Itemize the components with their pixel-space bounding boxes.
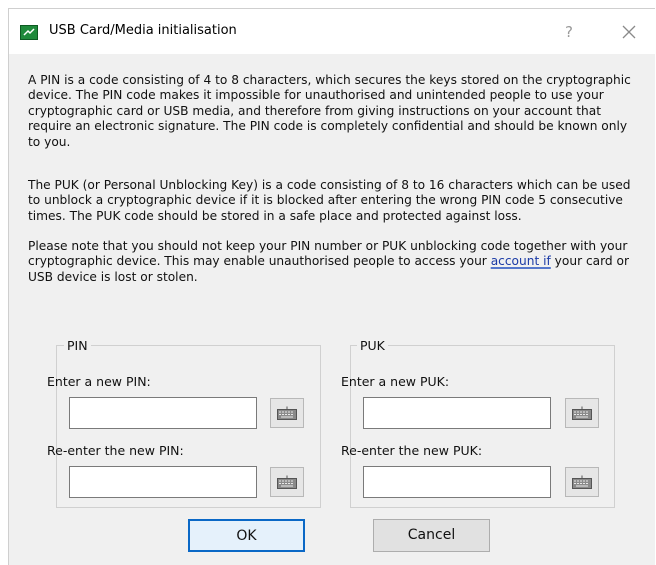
new-pin-label: Enter a new PIN: [47,374,151,389]
confirm-pin-input[interactable] [69,466,257,498]
ok-button[interactable]: OK [188,519,305,552]
keyboard-icon [277,475,297,489]
pin-description: A PIN is a code consisting of 4 to 8 cha… [28,73,631,149]
confirm-pin-label: Re-enter the new PIN: [47,443,184,458]
confirm-pin-keyboard-button[interactable] [270,467,304,497]
security-note: Please note that you should not keep you… [28,239,640,285]
dialog-window: USB Card/Media initialisation ? A PIN is… [8,8,655,565]
puk-description: The PUK (or Personal Unblocking Key) is … [28,178,631,223]
confirm-puk-label: Re-enter the new PUK: [341,443,483,458]
usb-card-icon [20,25,38,40]
new-pin-input[interactable] [69,397,257,429]
new-pin-keyboard-button[interactable] [270,398,304,428]
close-button[interactable] [617,20,641,44]
keyboard-icon [277,406,297,420]
pin-group-legend: PIN [64,338,91,353]
new-puk-label: Enter a new PUK: [341,374,450,389]
window-title: USB Card/Media initialisation [49,23,237,38]
title-bar: USB Card/Media initialisation ? [9,9,655,54]
confirm-puk-keyboard-button[interactable] [565,467,599,497]
new-puk-input[interactable] [363,397,551,429]
new-puk-keyboard-button[interactable] [565,398,599,428]
account-link[interactable]: account if [491,254,551,268]
puk-group-legend: PUK [357,338,388,353]
close-icon [622,25,636,39]
confirm-puk-input[interactable] [363,466,551,498]
keyboard-icon [572,475,592,489]
keyboard-icon [572,406,592,420]
cancel-button[interactable]: Cancel [373,519,490,552]
help-button[interactable]: ? [557,20,581,44]
